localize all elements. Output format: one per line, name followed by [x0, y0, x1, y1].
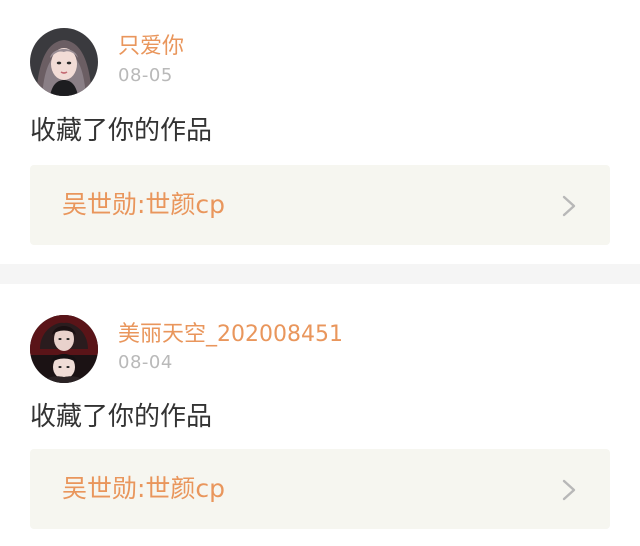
- notification-card: 只爱你 08-05 收藏了你的作品 吴世勋:世颜cp: [0, 0, 640, 264]
- notification-feed: 只爱你 08-05 收藏了你的作品 吴世勋:世颜cp 美丽天空_20200845…: [0, 0, 640, 546]
- work-link-card[interactable]: 吴世勋:世颜cp: [30, 165, 610, 245]
- username-link[interactable]: 美丽天空_202008451: [118, 322, 343, 348]
- user-avatar[interactable]: [30, 28, 98, 96]
- notification-date: 08-04: [118, 352, 173, 373]
- work-link-card[interactable]: 吴世勋:世颜cp: [30, 449, 610, 529]
- notification-card: 美丽天空_202008451 08-04 收藏了你的作品 吴世勋:世颜cp: [0, 284, 640, 546]
- chevron-right-icon: [562, 195, 576, 217]
- chevron-right-icon: [562, 479, 576, 501]
- avatar-girl-icon: [30, 28, 98, 96]
- username-link[interactable]: 只爱你: [118, 34, 184, 60]
- work-title: 吴世勋:世颜cp: [62, 474, 226, 503]
- user-avatar[interactable]: [30, 315, 98, 383]
- notification-date: 08-05: [118, 65, 173, 86]
- avatar-couple-icon: [30, 315, 98, 383]
- action-text: 收藏了你的作品: [30, 116, 213, 146]
- section-divider: [0, 264, 640, 284]
- work-title: 吴世勋:世颜cp: [62, 190, 226, 219]
- action-text: 收藏了你的作品: [30, 402, 213, 432]
